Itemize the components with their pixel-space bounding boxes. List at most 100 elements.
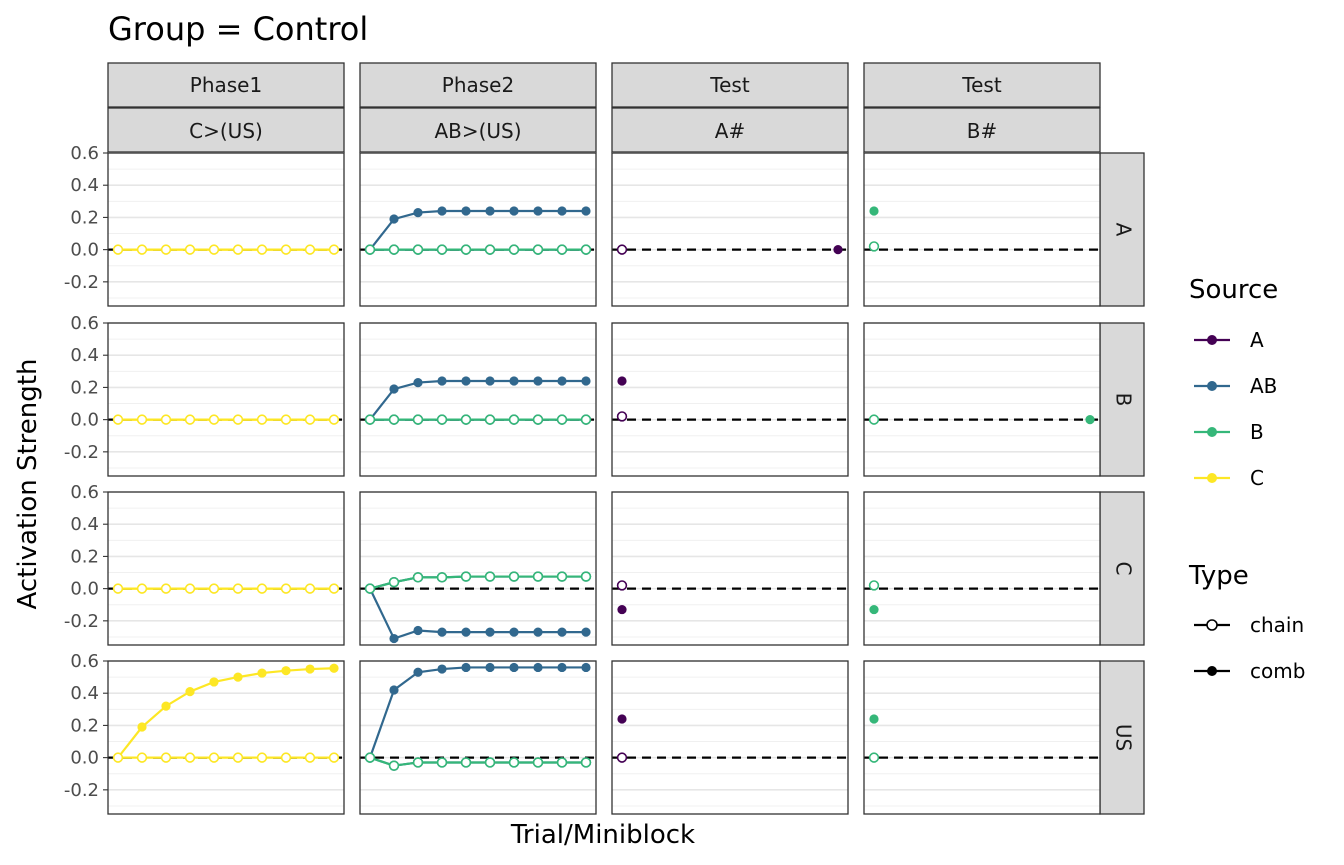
point-C-chain bbox=[208, 583, 220, 594]
point-C-chain bbox=[208, 414, 220, 425]
point-A-chain bbox=[616, 752, 628, 763]
point-AB-comb bbox=[413, 667, 423, 677]
point-C-chain bbox=[160, 414, 172, 425]
strip-row-label: B bbox=[1112, 393, 1136, 407]
point-B-chain bbox=[412, 757, 424, 768]
point-AB-comb bbox=[509, 662, 519, 673]
point-AB-comb bbox=[461, 206, 471, 216]
panel-background bbox=[360, 323, 596, 476]
x-axis-title: Trial/Miniblock bbox=[510, 820, 695, 850]
point-AB-comb bbox=[389, 685, 399, 695]
legend-source-marker bbox=[1207, 473, 1217, 483]
point-AB-comb bbox=[437, 627, 447, 637]
point-C-chain bbox=[136, 583, 148, 594]
y-tick-label: 0.2 bbox=[70, 546, 99, 567]
panel-US-0 bbox=[107, 660, 345, 815]
strip-row-label: US bbox=[1112, 724, 1136, 751]
point-C-comb bbox=[185, 687, 195, 697]
strip-trial-label: AB>(US) bbox=[434, 119, 521, 143]
point-AB-comb bbox=[533, 376, 543, 386]
point-B-chain bbox=[508, 757, 520, 768]
panel-background bbox=[108, 323, 344, 476]
point-B-chain bbox=[484, 244, 496, 255]
point-C-chain bbox=[280, 244, 292, 255]
point-AB-comb bbox=[533, 206, 543, 216]
legend-source-label: A bbox=[1250, 328, 1264, 352]
y-tick-label: 0.4 bbox=[70, 175, 99, 196]
point-AB-comb bbox=[581, 376, 591, 386]
point-B-chain bbox=[388, 244, 400, 255]
point-C-chain bbox=[256, 752, 268, 763]
point-A-chain bbox=[616, 411, 628, 422]
point-B-comb bbox=[869, 604, 879, 615]
panel-background bbox=[864, 492, 1100, 645]
panel-C-3 bbox=[863, 491, 1101, 646]
panel-A-1 bbox=[359, 152, 597, 307]
point-B-chain bbox=[580, 571, 592, 582]
legend-source-title: Source bbox=[1189, 275, 1278, 305]
point-AB-comb bbox=[485, 627, 495, 637]
point-AB-comb bbox=[557, 627, 567, 637]
panel-US-2 bbox=[611, 660, 849, 815]
point-B-chain bbox=[412, 244, 424, 255]
y-tick-label: 0.2 bbox=[70, 377, 99, 398]
point-C-chain bbox=[232, 244, 244, 255]
y-tick-label: 0.6 bbox=[70, 651, 99, 672]
point-C-chain bbox=[256, 414, 268, 425]
point-C-chain bbox=[184, 583, 196, 594]
point-B-chain bbox=[508, 244, 520, 255]
panel-A-0 bbox=[107, 152, 345, 307]
strip-trial-label: A# bbox=[715, 119, 745, 143]
point-B-chain bbox=[436, 572, 448, 583]
panel-background bbox=[108, 492, 344, 645]
point-AB-comb bbox=[581, 662, 591, 673]
point-C-chain bbox=[208, 244, 220, 255]
legend-source-marker bbox=[1207, 335, 1217, 345]
point-C-chain bbox=[256, 583, 268, 594]
strip-phase-label: Phase2 bbox=[442, 73, 514, 97]
point-AB-comb bbox=[557, 376, 567, 386]
legend-source-marker bbox=[1207, 381, 1217, 391]
panel-B-1 bbox=[359, 322, 597, 477]
point-AB-comb bbox=[533, 627, 543, 637]
point-C-chain bbox=[328, 752, 340, 763]
legend-type-title: Type bbox=[1188, 561, 1249, 591]
strip-row-label: C bbox=[1112, 562, 1136, 576]
legend: Source Type A AB BCchain comb bbox=[1188, 275, 1305, 683]
panel-background bbox=[612, 661, 848, 814]
point-B-chain bbox=[532, 414, 544, 425]
y-tick-label: -0.2 bbox=[64, 442, 99, 463]
point-AB-comb bbox=[389, 633, 399, 644]
panel-background bbox=[864, 661, 1100, 814]
point-C-chain bbox=[184, 414, 196, 425]
point-C-comb bbox=[209, 677, 219, 687]
y-tick-label: 0.2 bbox=[70, 207, 99, 228]
point-B-chain bbox=[364, 244, 376, 255]
point-C-comb bbox=[305, 664, 315, 674]
legend-source-marker bbox=[1207, 427, 1217, 437]
point-AB-comb bbox=[509, 376, 519, 386]
point-C-chain bbox=[256, 244, 268, 255]
point-B-chain bbox=[484, 414, 496, 425]
point-B-chain bbox=[580, 414, 592, 425]
point-C-chain bbox=[328, 583, 340, 594]
panel-A-2 bbox=[611, 152, 849, 307]
point-B-chain bbox=[868, 241, 880, 252]
point-C-comb bbox=[233, 672, 243, 682]
y-tick-label: 0.6 bbox=[70, 143, 99, 164]
point-AB-comb bbox=[581, 627, 591, 637]
point-B-chain bbox=[412, 572, 424, 583]
point-B-chain bbox=[532, 757, 544, 768]
point-AB-comb bbox=[389, 214, 399, 224]
strip-trial-label: B# bbox=[967, 119, 997, 143]
y-tick-label: -0.2 bbox=[64, 272, 99, 293]
point-AB-comb bbox=[413, 377, 423, 388]
point-C-chain bbox=[232, 752, 244, 763]
panel-background bbox=[864, 153, 1100, 306]
point-C-chain bbox=[112, 583, 124, 594]
panel-B-3 bbox=[863, 322, 1101, 477]
point-B-chain bbox=[508, 414, 520, 425]
panel-A-3 bbox=[863, 152, 1101, 307]
panel-C-1 bbox=[359, 491, 597, 646]
point-AB-comb bbox=[461, 662, 471, 673]
